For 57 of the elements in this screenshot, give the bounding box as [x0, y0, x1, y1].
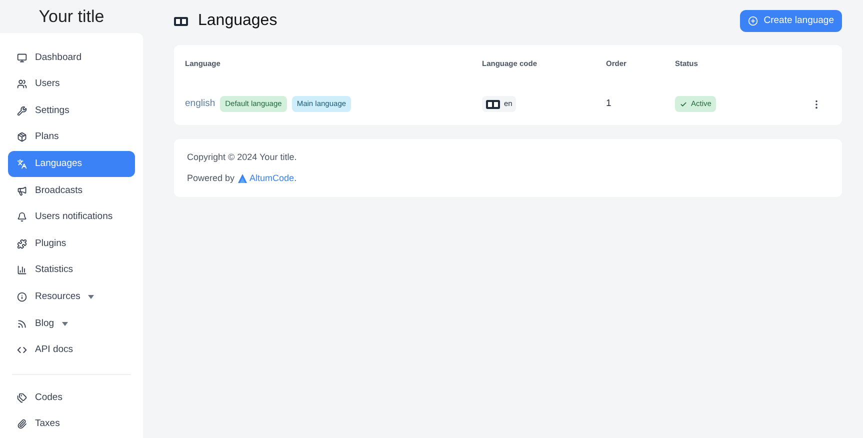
powered-by-text: Powered by AltumCode. [187, 172, 298, 185]
megaphone-icon [17, 186, 27, 196]
info-icon [17, 292, 27, 302]
chart-icon [17, 265, 27, 276]
sidebar-label: Statistics [35, 263, 74, 278]
feed-icon [17, 318, 27, 329]
sidebar-item[interactable]: Plans [8, 124, 135, 150]
sidebar-label: Plugins [35, 236, 66, 251]
brand-title[interactable]: Your title [38, 4, 104, 30]
sidebar-item[interactable]: Users [8, 71, 135, 98]
plus-icon [748, 16, 758, 26]
sidebar-label: Codes [35, 390, 62, 405]
altumcode-link[interactable]: AltumCode [250, 172, 294, 182]
page-title: Languages [198, 11, 278, 31]
sidebar-label: Resources [35, 290, 80, 304]
puzzle-icon [17, 238, 27, 249]
language-link[interactable]: english [185, 96, 216, 112]
sidebar-item[interactable]: Resources [8, 284, 135, 310]
sidebar-item[interactable]: Blog [8, 310, 135, 337]
sidebar-item[interactable]: Statistics [8, 257, 135, 284]
code-icon [17, 345, 27, 356]
sidebar-label: Users notifications [35, 210, 113, 224]
sidebar-label: Blog [35, 316, 54, 330]
language-flag-icon [486, 100, 500, 108]
sidebar-label: Settings [35, 104, 70, 118]
create-language-button[interactable]: Create language [740, 10, 842, 32]
tags-icon [17, 392, 27, 403]
box-icon [17, 132, 27, 142]
sidebar-label: Broadcasts [35, 184, 83, 198]
sidebar-item[interactable]: Taxes [8, 411, 135, 438]
monitor-icon [17, 52, 27, 63]
caret-icon [62, 322, 68, 326]
users-icon [17, 79, 27, 90]
order-cell-text: 1 [606, 96, 612, 111]
check-icon [680, 100, 687, 108]
wrench-icon [17, 106, 27, 116]
sidebar-item[interactable]: Broadcasts [8, 178, 135, 204]
sidebar-label: Plans [35, 130, 59, 144]
sidebar-item[interactable]: Settings [8, 98, 135, 124]
sidebar-label: Languages [35, 156, 82, 171]
sidebar-item[interactable]: Languages [8, 151, 135, 178]
sidebar-item[interactable]: Codes [8, 384, 135, 411]
sidebar-label: Taxes [35, 417, 60, 432]
sidebar-item[interactable]: Users notifications [8, 204, 135, 230]
sidebar-item[interactable]: Plugins [8, 230, 135, 257]
language-icon [17, 159, 27, 170]
sidebar-label: Dashboard [35, 50, 82, 65]
bell-icon [17, 212, 27, 222]
sidebar-item[interactable]: Dashboard [8, 44, 135, 71]
language-icon [174, 16, 188, 26]
paperclip-icon [17, 419, 27, 430]
sidebar-item[interactable]: API docs [8, 337, 135, 364]
copyright-text: Copyright © 2024 Your title. [187, 151, 298, 164]
sidebar-label: API docs [35, 343, 74, 358]
sidebar-label: Users [35, 77, 60, 92]
caret-icon [88, 295, 94, 300]
logo-icon [238, 174, 247, 183]
